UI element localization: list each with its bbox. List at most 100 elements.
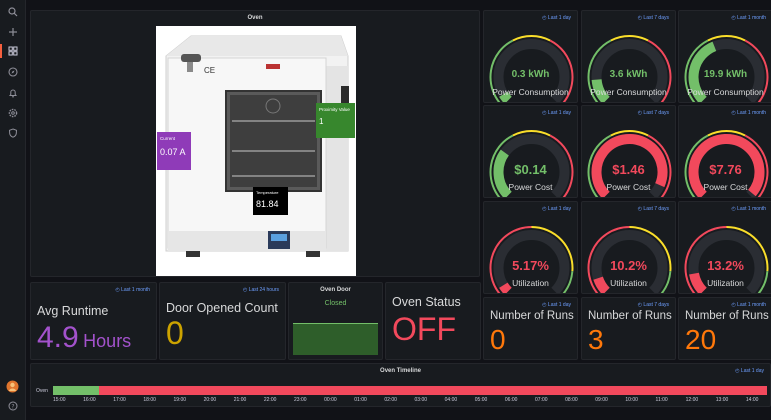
door-count-value: 0 — [166, 315, 184, 351]
gauge-value: 0.3 kWh — [511, 69, 550, 80]
timeline-tick: 05:00 — [474, 397, 488, 403]
runs-value: 0 — [490, 324, 506, 355]
gauge-label: Power Cost — [508, 182, 553, 192]
avatar[interactable] — [6, 380, 19, 393]
proximity-label: Proximity Value — [319, 107, 350, 112]
gauge-panel: ◴ Last 7 days 10.2% Utilization — [581, 201, 676, 294]
timeline-tick: 20:00 — [203, 397, 217, 403]
timeline-tick: 04:00 — [444, 397, 458, 403]
gauge-label: Power Consumption — [687, 87, 764, 97]
timeline-tick: 07:00 — [535, 397, 548, 403]
oven-panel: Oven CE Current 0.07 A Proximity Value 1… — [30, 10, 480, 277]
oven-status-panel: Oven Status OFF — [385, 282, 481, 360]
temperature-value: 81.84 — [256, 199, 279, 209]
gauge-panel: ◴ Last 1 day 0.3 kWh Power Consumption — [483, 10, 578, 103]
panel-title: Oven — [247, 15, 263, 21]
avg-runtime-panel: ◴ Last 1 month Avg Runtime 4.9 Hours — [30, 282, 157, 360]
gauge-label: Utilization — [610, 278, 647, 288]
alerting-icon[interactable] — [7, 87, 19, 99]
time-range: ◴ Last 1 day — [542, 302, 571, 308]
timeline-tick: 21:00 — [233, 397, 247, 403]
current-value: 0.07 A — [160, 147, 186, 157]
timeline-tick: 00:00 — [324, 397, 337, 403]
gauge-label: Utilization — [512, 278, 549, 288]
runs-value: 20 — [685, 324, 717, 355]
timeline-axis: 15:00 16:00 17:00 18:00 19:00 20:00 21:00 22:00… — [53, 397, 767, 405]
timeline-tick: 17:00 — [113, 397, 126, 403]
timeline-tick: 09:00 — [595, 397, 608, 403]
time-range: ◴ Last 7 days — [637, 110, 669, 116]
time-range: ◴ Last 1 month — [731, 110, 766, 116]
timeline-tick: 08:00 — [565, 397, 578, 403]
panel-title: Oven Door — [320, 287, 351, 293]
stat-title: Door Opened Count — [166, 301, 278, 315]
configuration-icon[interactable] — [7, 107, 19, 119]
timeline-tick: 02:00 — [384, 397, 397, 403]
time-range: ◴ Last 1 month — [731, 15, 766, 21]
active-indicator — [0, 44, 2, 58]
timeline-tick: 01:00 — [354, 397, 367, 403]
timeline-tick: 14:00 — [745, 397, 759, 403]
oven-status-value: OFF — [392, 311, 456, 347]
temperature-overlay: Temperature 81.84 — [253, 187, 288, 215]
oven-door-value: Closed — [324, 300, 347, 307]
time-range: ◴ Last 7 days — [637, 15, 669, 21]
time-range: ◴ Last 1 day — [735, 368, 764, 374]
gauge-panel: ◴ Last 1 day 5.17% Utilization — [483, 201, 578, 294]
gauge-value: 10.2% — [610, 258, 647, 273]
gauge-value: 19.9 kWh — [703, 69, 748, 80]
current-label: Current — [160, 136, 176, 141]
proximity-overlay: Proximity Value 1 — [316, 103, 355, 138]
time-range: ◴ Last 7 days — [637, 302, 669, 308]
gauge-panel: ◴ Last 7 days $1.46 Power Cost — [581, 105, 676, 198]
explore-icon[interactable] — [7, 66, 19, 78]
search-icon[interactable] — [7, 6, 19, 18]
current-overlay: Current 0.07 A — [157, 132, 191, 170]
help-icon[interactable]: ? — [7, 400, 19, 412]
sidebar: ? — [0, 0, 26, 420]
gauge-value: $7.76 — [709, 162, 742, 177]
timeline-tick: 10:00 — [625, 397, 638, 403]
gauge-panel: ◴ Last 7 days 3.6 kWh Power Consumption — [581, 10, 676, 103]
avg-runtime-unit: Hours — [83, 331, 132, 351]
stat-title: Number of Runs — [490, 310, 574, 322]
stat-title: Number of Runs — [685, 310, 769, 322]
timeline-tick: 06:00 — [504, 397, 518, 403]
plus-icon[interactable] — [7, 26, 19, 38]
proximity-value: 1 — [319, 117, 324, 126]
runs-panel: ◴ Last 1 month Number of Runs 20 — [678, 297, 771, 360]
timeline-tick: 19:00 — [173, 397, 187, 403]
temperature-label: Temperature — [256, 190, 279, 195]
gauge-panel: ◴ Last 1 month 19.9 kWh Power Consumption — [678, 10, 771, 103]
time-range: ◴ Last 1 day — [542, 15, 571, 21]
svg-text:CE: CE — [204, 66, 215, 75]
gauge-panel: ◴ Last 1 day $0.14 Power Cost — [483, 105, 578, 198]
door-count-panel: ◴ Last 24 hours Door Opened Count 0 — [159, 282, 286, 360]
gauge-value: $0.14 — [514, 162, 547, 177]
time-range-label: Last 24 hours — [248, 287, 279, 293]
timeline-tick: 13:00 — [715, 397, 729, 403]
oven-door-panel: Oven Door Closed — [288, 282, 383, 360]
timeline-row-label: Oven — [36, 388, 48, 394]
gauge-label: Utilization — [707, 278, 744, 288]
gauge-value: 3.6 kWh — [609, 69, 648, 80]
timeline-tick: 16:00 — [83, 397, 96, 403]
timeline-tick: 15:00 — [53, 397, 66, 403]
timeline-on-segment — [53, 386, 100, 395]
time-range: ◴ Last 1 month — [731, 302, 766, 308]
timeline-panel: Oven Timeline ◴ Last 1 day Oven 15:00 16:… — [30, 363, 771, 407]
time-range-label: Last 1 month — [121, 287, 150, 293]
avg-runtime-number: 4.9 — [37, 321, 79, 354]
runs-value: 3 — [588, 324, 604, 355]
timeline-tick: 18:00 — [143, 397, 156, 403]
time-range: ◴ Last 7 days — [637, 206, 669, 212]
timeline-bar — [53, 386, 767, 395]
time-range: ◴ Last 1 month — [731, 206, 766, 212]
time-range: ◴ Last 1 month — [115, 287, 150, 293]
dashboards-icon[interactable] — [7, 45, 19, 57]
stat-title: Number of Runs — [588, 310, 672, 322]
gauge-value: 13.2% — [707, 258, 744, 273]
shield-icon[interactable] — [7, 127, 19, 139]
timeline-tick: 23:00 — [294, 397, 307, 403]
time-range: ◴ Last 1 day — [542, 206, 571, 212]
